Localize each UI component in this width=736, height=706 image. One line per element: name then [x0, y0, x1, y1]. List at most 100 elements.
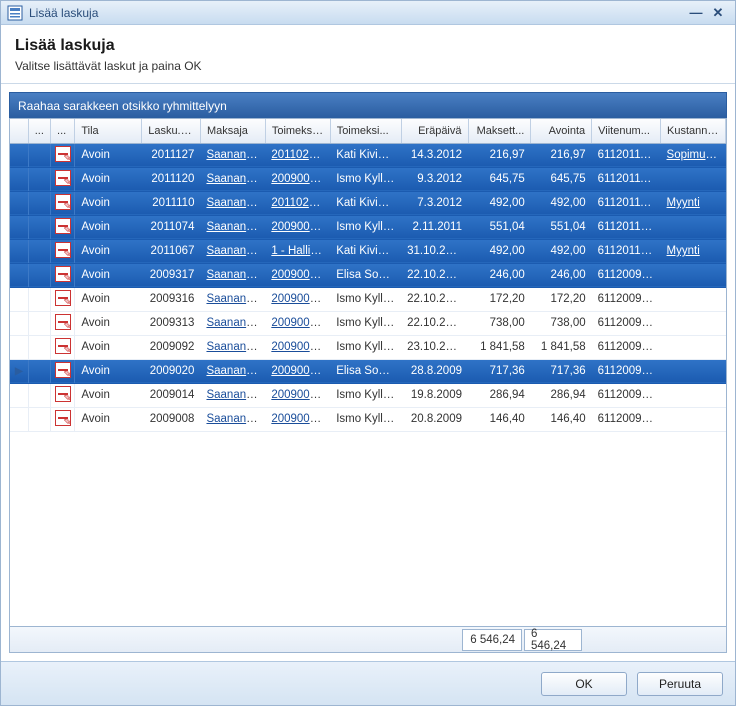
sum-maksett: 6 546,24 [462, 629, 522, 651]
cell-toimeksi2: Kati Kivinen [330, 191, 401, 215]
table-row[interactable]: ▶Avoin2009020Saanan V...2009006 ...Elisa… [10, 359, 726, 383]
close-button[interactable]: ✕ [707, 5, 729, 21]
col-viitenum[interactable]: Viitenum... [592, 119, 661, 143]
table-row[interactable]: Avoin2009014Saanan V...2009003 ...Ismo K… [10, 383, 726, 407]
cell-tila: Avoin [75, 359, 142, 383]
minimize-button[interactable]: — [685, 5, 707, 21]
row-icon-cell [51, 143, 75, 167]
cell-toimeksi[interactable]: 2009003 ... [265, 407, 330, 431]
cell-toimeksi[interactable]: 2009006 ... [265, 263, 330, 287]
col-maksett[interactable]: Maksett... [468, 119, 531, 143]
cell-maksaja[interactable]: Saanan V... [200, 263, 265, 287]
header: Lisää laskuja Valitse lisättävät laskut … [1, 25, 735, 84]
cell-avointa: 738,00 [531, 311, 592, 335]
cell-toimeksi[interactable]: 2011024 ... [265, 143, 330, 167]
group-by-bar[interactable]: Raahaa sarakkeen otsikko ryhmittelyyn [9, 92, 727, 118]
col-lasku[interactable]: Lasku...▼ [142, 119, 201, 143]
cell-toimeksi[interactable]: 2009006 ... [265, 359, 330, 383]
cell-kustannu[interactable]: Sopimusm... [661, 143, 726, 167]
cell-toimeksi[interactable]: 2009005 ... [265, 167, 330, 191]
cell-lasku: 2009092 [142, 335, 201, 359]
table-row[interactable]: Avoin2009092Saanan V...2009005 ...Ismo K… [10, 335, 726, 359]
col-edit[interactable]: ... [28, 119, 50, 143]
cell-toimeksi2: Ismo Kyllö... [330, 383, 401, 407]
cell-toimeksi[interactable]: 2009003 ... [265, 383, 330, 407]
invoice-icon [55, 266, 71, 282]
col-tila[interactable]: Tila [75, 119, 142, 143]
cell-maksaja[interactable]: Saanan V... [200, 191, 265, 215]
cell-kustannu[interactable]: Myynti [661, 191, 726, 215]
row-focus-indicator: ▶ [10, 359, 28, 383]
cell-kustannu[interactable]: Myynti [661, 239, 726, 263]
cell-erapaiva: 31.10.2011 [401, 239, 468, 263]
table-row[interactable]: Avoin2011120Saanan V...2009005 ...Ismo K… [10, 167, 726, 191]
cell-viitenum: 61120110... [592, 239, 661, 263]
cell-lasku: 2009014 [142, 383, 201, 407]
cell-toimeksi[interactable]: 2011023 ... [265, 191, 330, 215]
col-toimeksi2[interactable]: Toimeksi... [330, 119, 401, 143]
row-edit-cell [28, 143, 50, 167]
grid-header: ... ... Tila Lasku...▼ Maksaja Toimeksi.… [10, 119, 726, 143]
row-edit-cell [28, 311, 50, 335]
cell-toimeksi[interactable]: 2009005 ... [265, 335, 330, 359]
row-focus-indicator [10, 287, 28, 311]
cell-maksaja[interactable]: Saanan V... [200, 239, 265, 263]
table-row[interactable]: Avoin2011067Saanan V...1 - Hallinn...Kat… [10, 239, 726, 263]
row-edit-cell [28, 215, 50, 239]
cell-maksaja[interactable]: Saanan V... [200, 407, 265, 431]
cell-maksaja[interactable]: Saanan V... [200, 311, 265, 335]
col-toimeksi[interactable]: Toimeksi... [265, 119, 330, 143]
row-focus-indicator [10, 335, 28, 359]
table-row[interactable]: Avoin2011110Saanan V...2011023 ...Kati K… [10, 191, 726, 215]
row-icon-cell [51, 191, 75, 215]
cell-maksett: 146,40 [468, 407, 531, 431]
cell-maksett: 645,75 [468, 167, 531, 191]
row-icon-cell [51, 239, 75, 263]
titlebar[interactable]: Lisää laskuja — ✕ [1, 1, 735, 25]
cell-maksaja[interactable]: Saanan V... [200, 359, 265, 383]
cell-lasku: 2011110 [142, 191, 201, 215]
table-row[interactable]: Avoin2011074Saanan V...2009005 ...Ismo K… [10, 215, 726, 239]
invoice-icon [55, 362, 71, 378]
cell-tila: Avoin [75, 407, 142, 431]
cell-erapaiva: 14.3.2012 [401, 143, 468, 167]
cancel-button[interactable]: Peruuta [637, 672, 723, 696]
table-row[interactable]: Avoin2009313Saanan V...2009005 ...Ismo K… [10, 311, 726, 335]
col-avointa[interactable]: Avointa [531, 119, 592, 143]
cell-toimeksi[interactable]: 1 - Hallinn... [265, 239, 330, 263]
cell-maksaja[interactable]: Saanan V... [200, 383, 265, 407]
cell-maksaja[interactable]: Saanan V... [200, 143, 265, 167]
cell-viitenum: 61120111... [592, 191, 661, 215]
col-indicator[interactable] [10, 119, 28, 143]
cell-maksett: 172,20 [468, 287, 531, 311]
cell-toimeksi[interactable]: 2009005 ... [265, 215, 330, 239]
table-row[interactable]: Avoin2011127Saanan V...2011024 ...Kati K… [10, 143, 726, 167]
cell-maksaja[interactable]: Saanan V... [200, 215, 265, 239]
cell-erapaiva: 23.10.2009 [401, 335, 468, 359]
ok-button[interactable]: OK [541, 672, 627, 696]
col-icon[interactable]: ... [51, 119, 75, 143]
app-icon [7, 5, 23, 21]
cell-maksett: 492,00 [468, 191, 531, 215]
data-grid: ... ... Tila Lasku...▼ Maksaja Toimeksi.… [9, 118, 727, 627]
cell-toimeksi[interactable]: 2009005 ... [265, 311, 330, 335]
col-maksaja[interactable]: Maksaja [200, 119, 265, 143]
cell-tila: Avoin [75, 191, 142, 215]
col-kustannu[interactable]: Kustannu... [661, 119, 726, 143]
table-row[interactable]: Avoin2009316Saanan V...2009005 ...Ismo K… [10, 287, 726, 311]
cell-toimeksi[interactable]: 2009005 ... [265, 287, 330, 311]
cell-maksaja[interactable]: Saanan V... [200, 287, 265, 311]
cell-tila: Avoin [75, 167, 142, 191]
invoice-icon [55, 242, 71, 258]
cell-erapaiva: 22.10.2010 [401, 263, 468, 287]
row-icon-cell [51, 383, 75, 407]
table-row[interactable]: Avoin2009317Saanan V...2009006 ...Elisa … [10, 263, 726, 287]
cell-maksaja[interactable]: Saanan V... [200, 167, 265, 191]
cell-maksett: 216,97 [468, 143, 531, 167]
cell-toimeksi2: Ismo Kyllö... [330, 167, 401, 191]
col-erapaiva[interactable]: Eräpäivä [401, 119, 468, 143]
cell-maksaja[interactable]: Saanan V... [200, 335, 265, 359]
row-focus-indicator [10, 407, 28, 431]
table-row[interactable]: Avoin2009008Saanan V...2009003 ...Ismo K… [10, 407, 726, 431]
cell-lasku: 2011067 [142, 239, 201, 263]
